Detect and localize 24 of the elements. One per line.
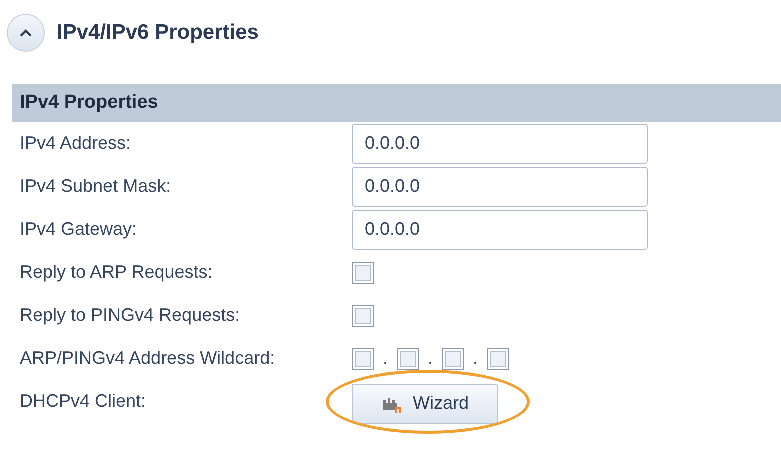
field-label: Reply to PINGv4 Requests: [20,304,242,327]
checkbox[interactable] [442,348,464,370]
group-title: IPv4/IPv6 Properties [57,20,259,46]
section-header: IPv4 Properties [12,84,781,122]
input-field[interactable]: 0.0.0.0 [352,210,648,250]
separator-dot: . [383,347,388,370]
field-label: ARP/PINGv4 Address Wildcard: [20,347,276,370]
checkbox[interactable] [352,348,374,370]
chevron-icon [19,28,33,38]
field-label: IPv4 Address: [20,132,132,155]
checkbox[interactable] [352,262,374,284]
checkbox[interactable] [397,348,420,370]
field-label: IPv4 Gateway: [20,218,138,241]
collapse-button[interactable] [7,14,45,52]
checkbox[interactable] [487,348,510,370]
input-field[interactable]: 0.0.0.0 [352,166,648,206]
checkbox[interactable] [352,304,374,326]
wizard-button[interactable]: Wizard [352,384,498,424]
field-label: Reply to ARP Requests: [20,261,214,284]
field-label: IPv4 Subnet Mask: [20,175,172,198]
input-field[interactable]: 0.0.0.0 [352,124,648,164]
field-label: DHCPv4 Client: [20,390,148,413]
separator-dot: . [473,347,478,370]
separator-dot: . [428,347,434,370]
